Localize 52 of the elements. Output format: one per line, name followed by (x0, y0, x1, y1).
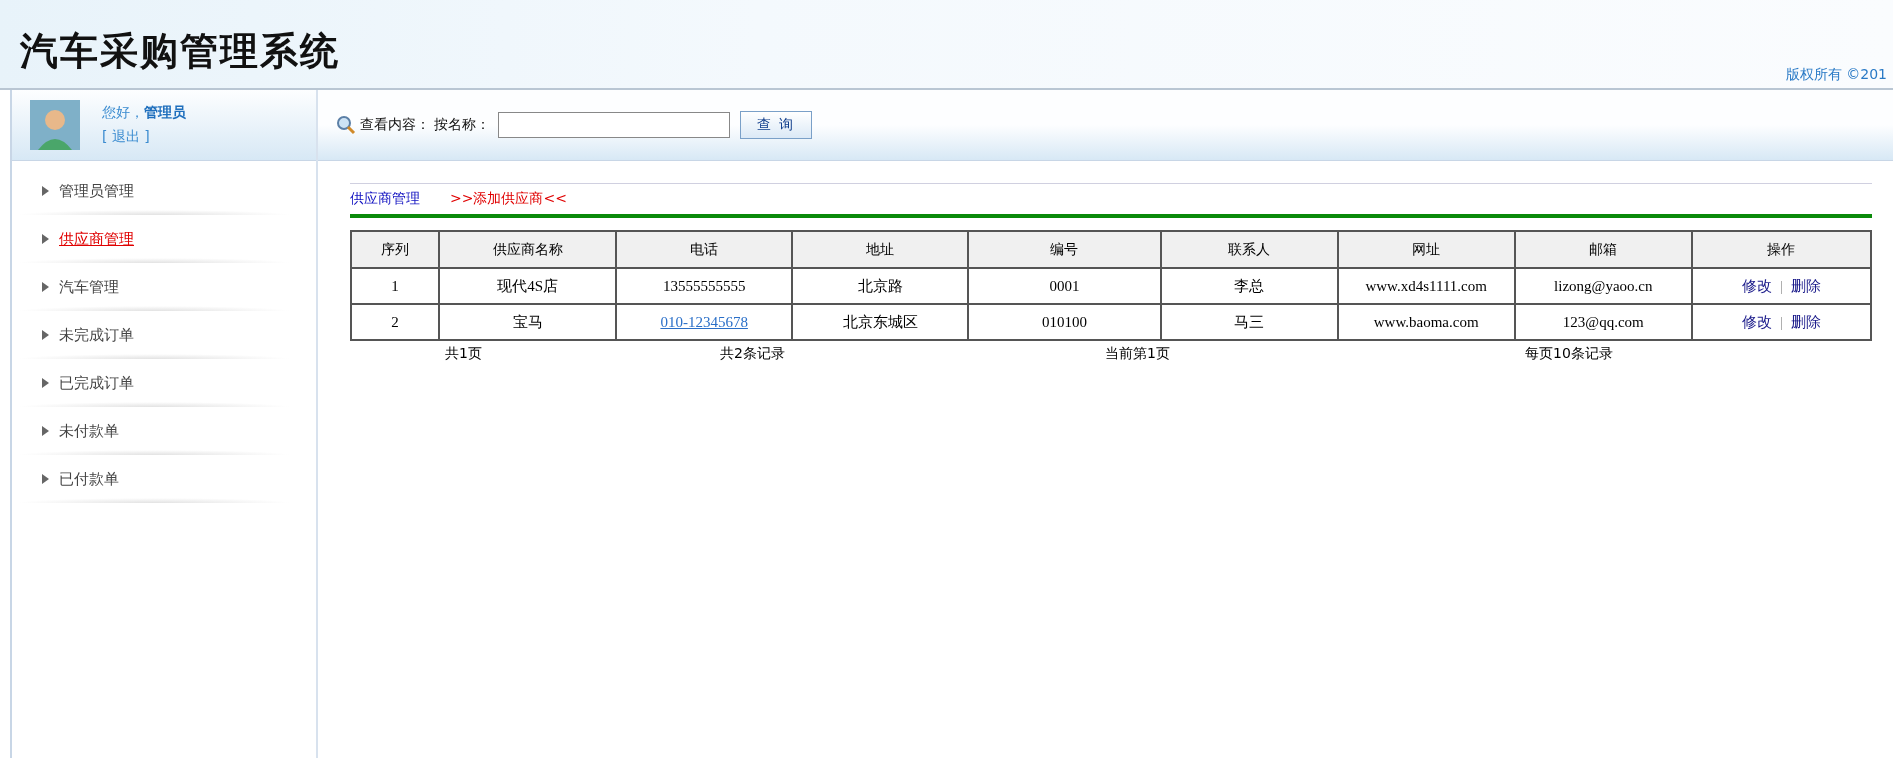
triangle-icon (42, 330, 49, 340)
current-page-text: 当前第1页 (1105, 345, 1171, 363)
column-header: 网址 (1337, 231, 1515, 268)
section-title: 供应商管理 (350, 190, 420, 208)
triangle-icon (42, 474, 49, 484)
column-header: 邮箱 (1514, 231, 1692, 268)
add-supplier-link[interactable]: >>添加供应商<< (450, 190, 567, 208)
copyright-text: 版权所有 ©201 (1785, 66, 1887, 84)
table-cell: 现代4S店 (497, 277, 558, 294)
column-header: 供应商名称 (439, 231, 617, 268)
separator-text: | (1779, 313, 1783, 330)
table-cell: 李总 (1234, 277, 1265, 294)
delete-link[interactable]: 删除 (1790, 277, 1821, 294)
column-header: 联系人 (1160, 231, 1338, 268)
triangle-icon (42, 282, 49, 292)
app-title: 汽车采购管理系统 (20, 28, 340, 75)
search-label: 查看内容： (360, 116, 430, 134)
table-cell: 13555555555 (662, 277, 746, 294)
table-cell: 北京东城区 (842, 313, 918, 330)
search-icon (336, 115, 356, 135)
column-header: 地址 (792, 231, 969, 268)
table-cell: 2 (391, 313, 399, 330)
table-cell: www.baoma.com (1373, 313, 1479, 330)
table-cell: 010100 (1041, 313, 1087, 330)
greeting-text: 您好，管理员 (102, 104, 186, 122)
column-header: 编号 (968, 231, 1161, 268)
table-cell: 0001 (1049, 277, 1080, 294)
table-cell: 马三 (1234, 313, 1265, 330)
field-label: 按名称： (434, 116, 490, 134)
triangle-icon (42, 426, 49, 436)
page-count-text: 共1页 (445, 345, 483, 363)
query-button[interactable]: 查 询 (740, 111, 813, 139)
table-cell: 北京路 (857, 277, 903, 294)
page-size-text: 每页10条记录 (1525, 345, 1614, 363)
record-count-text: 共2条记录 (720, 345, 786, 363)
name-search-field[interactable] (498, 112, 730, 138)
table-cell: 123@qq.com (1562, 313, 1644, 330)
table-cell: 1 (391, 277, 399, 294)
edit-link[interactable]: 修改 (1741, 313, 1772, 330)
triangle-icon (42, 234, 49, 244)
table-cell: lizong@yaoo.cn (1554, 277, 1653, 294)
column-header: 操作 (1691, 231, 1871, 268)
table-cell: 宝马 (512, 313, 543, 330)
triangle-icon (42, 186, 49, 196)
delete-link[interactable]: 删除 (1790, 313, 1821, 330)
column-header: 序列 (351, 231, 440, 268)
edit-link[interactable]: 修改 (1741, 277, 1772, 294)
separator-text: | (1779, 277, 1783, 294)
column-header: 电话 (616, 231, 793, 268)
user-avatar-icon (30, 100, 80, 150)
table-cell: www.xd4s1111.com (1365, 277, 1487, 294)
triangle-icon (42, 378, 49, 388)
